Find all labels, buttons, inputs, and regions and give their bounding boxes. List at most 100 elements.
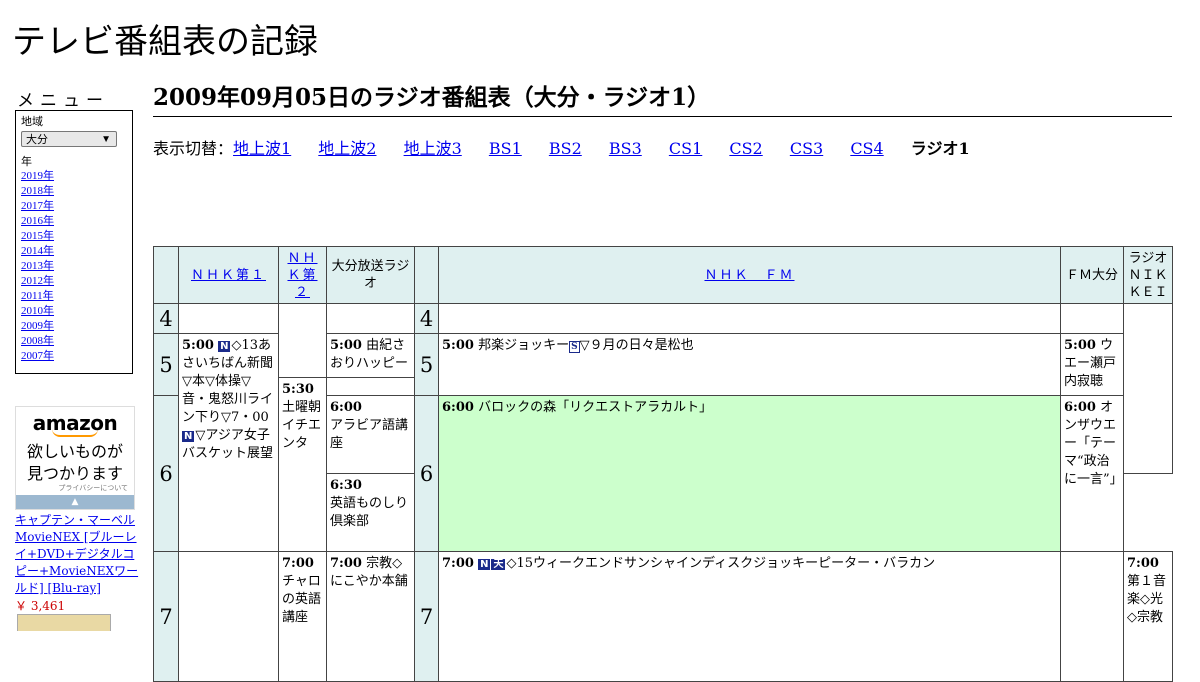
hour-cell-4: 4 bbox=[153, 303, 179, 334]
ad-tagline-line2: 見つかります bbox=[26, 464, 123, 483]
program-title-cont: ▽アジア女子バスケット展望 bbox=[182, 428, 274, 461]
news-badge-icon: N bbox=[478, 559, 491, 570]
channel-header-obs: 大分放送ラジオ bbox=[326, 246, 415, 304]
program-cell-obs-0500[interactable]: 5:00 由紀さおりハッピー bbox=[326, 333, 415, 378]
hour-cell-7: 7 bbox=[153, 551, 179, 682]
program-cell-empty bbox=[178, 551, 279, 682]
program-cell-fm-0600[interactable]: 6:00 バロックの森「リクエストアラカルト」 bbox=[438, 395, 1061, 552]
year-link[interactable]: 2015年 bbox=[21, 230, 54, 242]
site-title: テレビ番組表の記録 bbox=[12, 22, 318, 62]
program-cell-empty bbox=[1060, 551, 1124, 682]
program-title: 土曜朝イチエンタ bbox=[282, 400, 322, 451]
program-cell-nhk2-0700[interactable]: 7:00 チャロの英語講座 bbox=[278, 551, 327, 682]
region-select[interactable]: 大分 ▼ bbox=[21, 131, 117, 147]
program-cell-fm-0500[interactable]: 5:00 邦楽ジョッキー S ▽９月の日々是松也 bbox=[438, 333, 1061, 396]
year-list: 2019年 2018年 2017年 2016年 2015年 2014年 2013… bbox=[21, 169, 127, 364]
channel-link-nhk1[interactable]: ＮＨＫ第１ bbox=[191, 268, 266, 283]
program-cell-empty bbox=[1060, 303, 1124, 334]
product-link[interactable]: キャプテン・マーベル MovieNEX [ブルーレイ+DVD+デジタルコピー+M… bbox=[15, 512, 139, 597]
program-cell-obs-0700[interactable]: 7:00 宗教◇にこやか本舗 bbox=[326, 551, 415, 682]
year-link[interactable]: 2010年 bbox=[21, 305, 54, 317]
program-cell-nhk1-0500[interactable]: 5:00 N ◇13あさいちばん新聞▽本▽体操▽音・鬼怒川ライン下り▽7・00N ▽… bbox=[178, 333, 279, 552]
year-label: 年 bbox=[21, 156, 32, 168]
news-badge-icon: N bbox=[218, 341, 231, 352]
channel-header-nhkfm: ＮＨＫ ＦＭ bbox=[438, 246, 1061, 304]
program-cell-fmoita-0500[interactable]: 5:00 ウエー瀬戸内寂聴 bbox=[1060, 333, 1124, 396]
program-cell-nhk2-0630[interactable]: 6:30 英語ものしり倶楽部 bbox=[326, 473, 415, 552]
program-cell-obs-0530[interactable]: 5:30 土曜朝イチエンタ bbox=[278, 377, 327, 552]
chevron-down-icon: ▼ bbox=[101, 134, 111, 145]
year-link[interactable]: 2007年 bbox=[21, 350, 54, 362]
program-time: 6:00 bbox=[1064, 400, 1096, 415]
year-link[interactable]: 2017年 bbox=[21, 200, 54, 212]
display-switcher: 表示切替：地上波1 地上波2 地上波3 BS1 BS2 BS3 CS1 CS2 … bbox=[153, 135, 992, 159]
year-link[interactable]: 2013年 bbox=[21, 260, 54, 272]
switch-link-cs4[interactable]: CS4 bbox=[850, 139, 883, 158]
switch-current-radio1: ラジオ1 bbox=[910, 139, 970, 158]
switch-link-terrestrial3[interactable]: 地上波3 bbox=[404, 139, 462, 158]
year-link[interactable]: 2011年 bbox=[21, 290, 54, 302]
schedule-table: ＮＨＫ第１ ＮＨＫ第２ 大分放送ラジオ ＮＨＫ ＦＭ ＦＭ大分 ラジオＮＩＫＫＥ… bbox=[153, 246, 1173, 682]
program-title: バロックの森「リクエストアラカルト」 bbox=[478, 400, 713, 415]
program-title: 邦楽ジョッキー bbox=[478, 338, 570, 353]
program-time: 5:00 bbox=[330, 338, 362, 353]
switch-link-cs3[interactable]: CS3 bbox=[790, 139, 823, 158]
amazon-ad-banner[interactable]: amazon 欲しいものが 見つかります プライバシーについて ▲ bbox=[15, 406, 135, 510]
program-title-cont: ▽９月の日々是松也 bbox=[579, 338, 694, 353]
channel-link-nhkfm[interactable]: ＮＨＫ ＦＭ bbox=[704, 268, 794, 283]
year-link[interactable]: 2014年 bbox=[21, 245, 54, 257]
year-link[interactable]: 2008年 bbox=[21, 335, 54, 347]
weather-badge-icon: 天 bbox=[491, 559, 506, 570]
program-time: 7:00 bbox=[282, 556, 314, 571]
channel-header-nhk2: ＮＨＫ第２ bbox=[278, 246, 327, 304]
switch-link-terrestrial1[interactable]: 地上波1 bbox=[233, 139, 291, 158]
year-link[interactable]: 2019年 bbox=[21, 170, 54, 182]
program-title: ◇15ウィークエンドサンシャインディスクジョッキーピーター・バラカン bbox=[506, 556, 936, 571]
switch-link-bs1[interactable]: BS1 bbox=[489, 139, 522, 158]
program-time: 7:00 bbox=[442, 556, 474, 571]
hour-cell-4-right: 4 bbox=[414, 303, 439, 334]
program-cell-nikkei-0700[interactable]: 7:00 第１音楽◇光◇宗教 bbox=[1123, 551, 1173, 682]
year-link[interactable]: 2009年 bbox=[21, 320, 54, 332]
channel-header-fmoita: ＦＭ大分 bbox=[1060, 246, 1124, 304]
channel-header-nhk1: ＮＨＫ第１ bbox=[178, 246, 279, 304]
amazon-logo: amazon bbox=[32, 411, 118, 435]
page-title: 2009年09月05日のラジオ番組表（大分・ラジオ1） bbox=[153, 84, 1172, 117]
ad-privacy-link[interactable]: プライバシーについて bbox=[58, 483, 128, 493]
ad-expand-bar[interactable]: ▲ bbox=[16, 495, 134, 509]
channel-link-nhk2[interactable]: ＮＨＫ第２ bbox=[287, 251, 317, 300]
switch-link-cs2[interactable]: CS2 bbox=[729, 139, 762, 158]
switch-link-bs2[interactable]: BS2 bbox=[549, 139, 582, 158]
program-time: 5:00 bbox=[1064, 338, 1096, 353]
program-cell-fm-0700[interactable]: 7:00 N 天 ◇15ウィークエンドサンシャインディスクジョッキーピーター・バラカ… bbox=[438, 551, 1061, 682]
program-time: 5:00 bbox=[182, 338, 214, 353]
switch-link-bs3[interactable]: BS3 bbox=[609, 139, 642, 158]
program-time: 5:00 bbox=[442, 338, 474, 353]
program-time: 5:30 bbox=[282, 382, 314, 397]
stereo-badge-icon: S bbox=[569, 341, 580, 353]
channel-header-nikkei: ラジオＮＩＫＫＥＩ bbox=[1123, 246, 1173, 304]
product-thumbnail[interactable] bbox=[17, 614, 111, 631]
program-cell-empty bbox=[178, 303, 279, 334]
ad-tagline-line1: 欲しいものが bbox=[26, 442, 123, 461]
program-cell-fmoita-0600[interactable]: 6:00 オンザウエー「テーマ“政治に一言”」 bbox=[1060, 395, 1124, 552]
year-link[interactable]: 2012年 bbox=[21, 275, 54, 287]
region-label: 地域 bbox=[21, 116, 43, 128]
program-time: 6:00 bbox=[330, 400, 362, 415]
menu-panel: 地域 大分 ▼ 年 2019年 2018年 2017年 2016年 2015年 … bbox=[15, 110, 133, 374]
header-hour-spacer bbox=[153, 246, 179, 304]
program-cell-empty bbox=[1123, 303, 1173, 474]
program-cell-empty bbox=[438, 303, 1061, 334]
menu-heading: メニュー bbox=[17, 91, 109, 111]
program-time: 6:00 bbox=[442, 400, 474, 415]
program-title: 第１音楽◇光◇宗教 bbox=[1127, 574, 1167, 625]
program-title: 英語ものしり倶楽部 bbox=[330, 496, 409, 529]
program-title: チャロの英語講座 bbox=[282, 574, 322, 625]
switch-link-terrestrial2[interactable]: 地上波2 bbox=[318, 139, 376, 158]
ad-tagline: 欲しいものが 見つかります bbox=[16, 441, 134, 485]
switch-link-cs1[interactable]: CS1 bbox=[669, 139, 702, 158]
hour-cell-6: 6 bbox=[153, 395, 179, 552]
year-link[interactable]: 2016年 bbox=[21, 215, 54, 227]
program-cell-nhk2-0600[interactable]: 6:00 アラビア語講座 bbox=[326, 395, 415, 474]
year-link[interactable]: 2018年 bbox=[21, 185, 54, 197]
